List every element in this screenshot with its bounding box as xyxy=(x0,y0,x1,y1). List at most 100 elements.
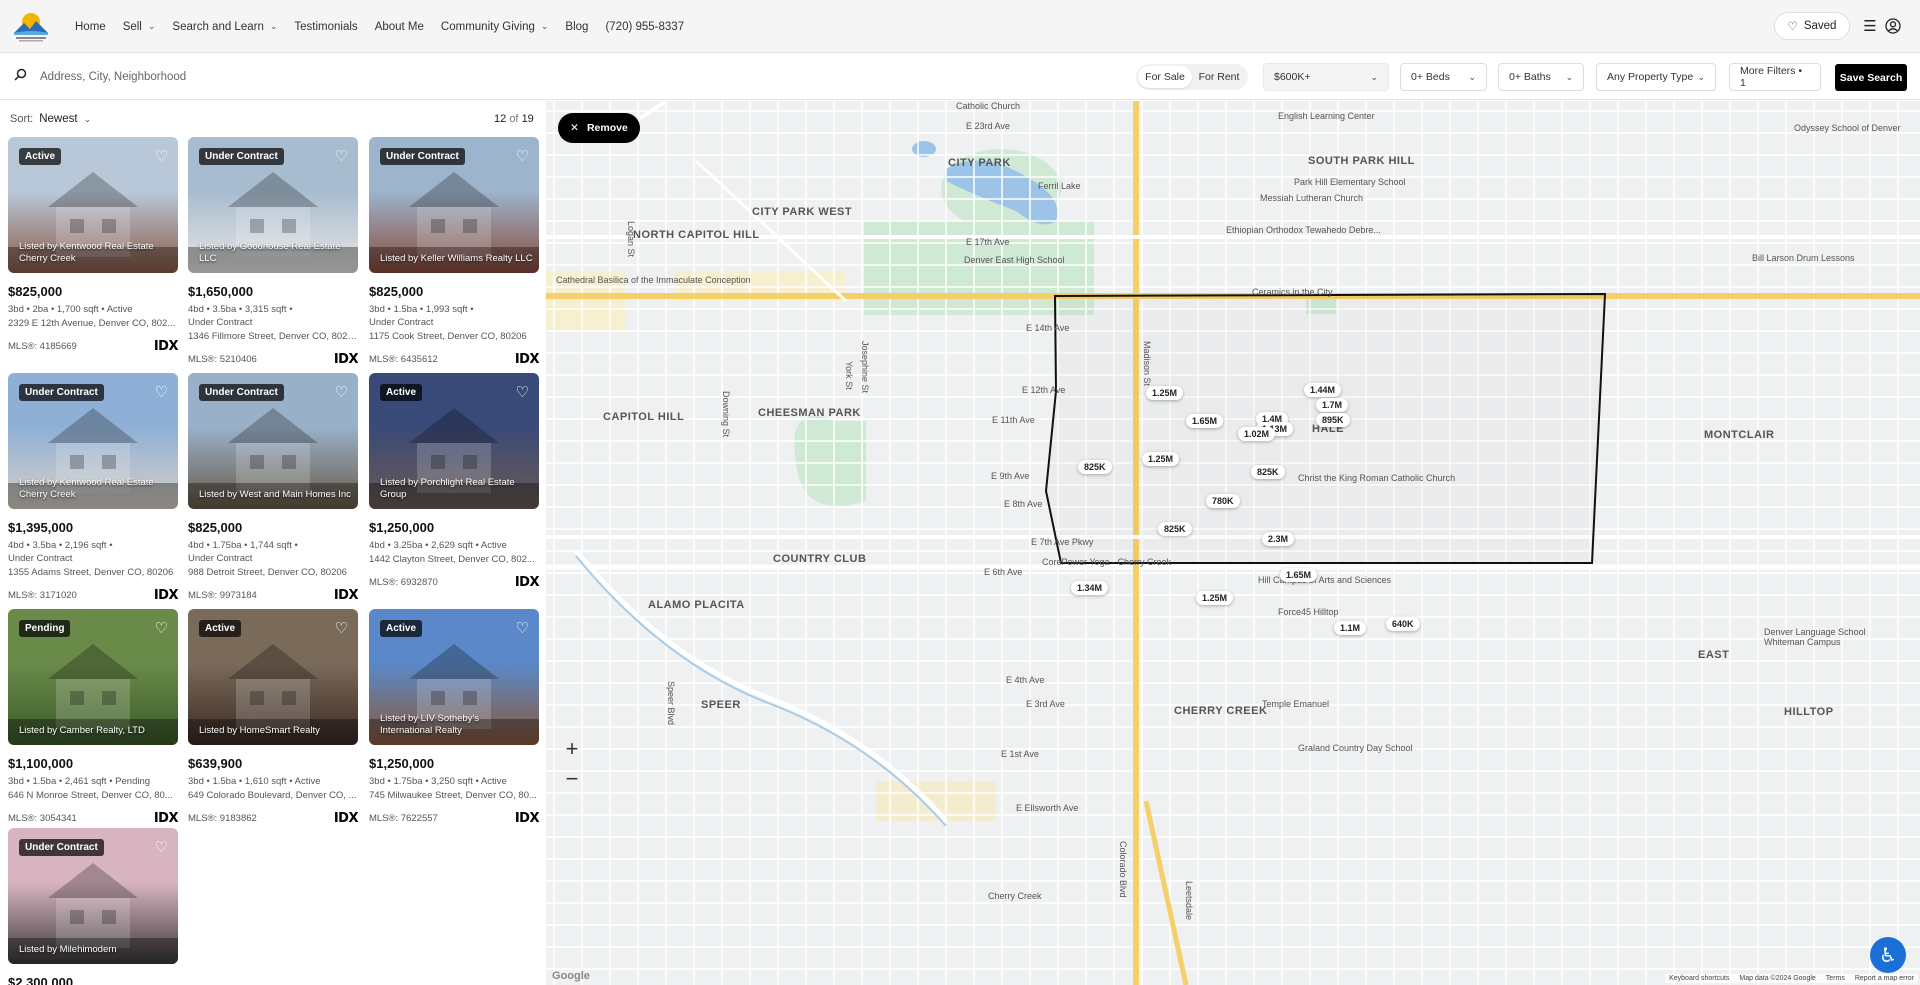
attribution-link[interactable]: Report a map error xyxy=(1855,975,1914,982)
beds-dropdown[interactable]: 0+ Beds ⌄ xyxy=(1400,63,1487,91)
nav-item-6[interactable]: Blog xyxy=(565,21,588,33)
map-label: CorePower Yoga - Cherry Creek xyxy=(1042,557,1172,567)
price-pin[interactable]: 1.65M xyxy=(1280,568,1318,582)
listing-status-text: Under Contract xyxy=(369,317,434,328)
price-pin[interactable]: 825K xyxy=(1078,460,1112,474)
map-label: Temple Emanuel xyxy=(1262,699,1330,709)
price-pin[interactable]: 2.3M xyxy=(1262,532,1295,546)
count-current: 12 xyxy=(494,113,507,125)
baths-dropdown[interactable]: 0+ Baths ⌄ xyxy=(1498,63,1584,91)
status-badge: Under Contract xyxy=(19,384,104,401)
baths-value: 0+ Baths xyxy=(1509,71,1551,83)
for-rent-toggle[interactable]: For Rent xyxy=(1192,66,1246,88)
attribution-link[interactable]: Keyboard shortcuts xyxy=(1669,975,1729,982)
listing-address: 649 Colorado Boulevard, Denver CO, ... xyxy=(188,790,357,801)
zoom-controls: + − xyxy=(558,738,586,790)
brand-logo[interactable] xyxy=(12,9,50,43)
price-pin[interactable]: 1.02M xyxy=(1238,427,1276,441)
listing-details: 3bd • 1.5ba • 1,610 sqft • Active xyxy=(188,776,321,787)
property-type-dropdown[interactable]: Any Property Type ⌄ xyxy=(1596,63,1716,91)
sort-control[interactable]: Sort: Newest ⌄ xyxy=(10,113,91,125)
listed-by-label: Listed by Kentwood Real Estate Cherry Cr… xyxy=(19,241,154,264)
listing-price: $1,395,000 xyxy=(8,520,74,535)
map-label: E 12th Ave xyxy=(1022,385,1066,395)
price-pin[interactable]: 780K xyxy=(1206,494,1240,508)
favorite-heart-icon[interactable]: ♡ xyxy=(335,619,348,637)
map[interactable]: CITY PARK SOUTH PARK HILL CITY PARK WEST NO… xyxy=(546,101,1920,985)
listing-card[interactable]: Under Contract ♡ Listed by Kentwood Real… xyxy=(8,373,179,603)
nav-item-5[interactable]: Community Giving ⌄ xyxy=(441,21,549,33)
remove-boundary-button[interactable]: ✕ Remove xyxy=(558,113,640,143)
location-search-input[interactable] xyxy=(40,65,440,89)
zoom-out-button[interactable]: − xyxy=(558,768,586,790)
for-sale-toggle[interactable]: For Sale xyxy=(1138,66,1192,88)
price-pin[interactable]: 1.25M xyxy=(1196,591,1234,605)
map-label: York St xyxy=(844,361,854,390)
price-pin[interactable]: 1.7M xyxy=(1316,398,1349,412)
nav-item-1[interactable]: Sell ⌄ xyxy=(123,21,156,33)
favorite-heart-icon[interactable]: ♡ xyxy=(516,147,529,165)
price-pin[interactable]: 1.1M xyxy=(1334,621,1367,635)
status-badge: Under Contract xyxy=(19,839,104,856)
favorite-heart-icon[interactable]: ♡ xyxy=(516,383,529,401)
listing-photo[interactable]: Under Contract ♡ Listed by Kentwood Real… xyxy=(8,373,178,509)
mls-row: MLS®: 4185669 IDX xyxy=(8,339,179,354)
favorite-heart-icon[interactable]: ♡ xyxy=(155,147,168,165)
price-pin[interactable]: 1.25M xyxy=(1146,386,1184,400)
listing-card[interactable]: Pending ♡ Listed by Camber Realty, LTD $… xyxy=(8,609,179,826)
more-filters-button[interactable]: More Filters • 1 xyxy=(1729,63,1821,91)
price-value: $600K+ xyxy=(1274,71,1311,83)
nav-item-7[interactable]: (720) 955-8337 xyxy=(605,21,684,33)
favorite-heart-icon[interactable]: ♡ xyxy=(155,383,168,401)
listing-card[interactable]: Under Contract ♡ Listed by West and Main… xyxy=(188,373,359,603)
attribution-link[interactable]: Terms xyxy=(1826,975,1845,982)
save-search-button[interactable]: Save Search xyxy=(1835,64,1907,91)
accessibility-icon[interactable]: ♿ xyxy=(1870,937,1906,973)
price-pin[interactable]: 1.25M xyxy=(1142,452,1180,466)
listing-price: $825,000 xyxy=(8,284,63,299)
listing-card[interactable]: Active ♡ Listed by LIV Sotheby's Interna… xyxy=(369,609,540,826)
listing-photo[interactable]: Pending ♡ Listed by Camber Realty, LTD xyxy=(8,609,178,745)
nav-label: Blog xyxy=(565,20,589,33)
listing-photo[interactable]: Active ♡ Listed by Kentwood Real Estate … xyxy=(8,137,178,273)
listing-photo[interactable]: Active ♡ Listed by HomeSmart Realty xyxy=(188,609,358,745)
nav-item-0[interactable]: Home xyxy=(75,21,106,33)
listing-card[interactable]: Under Contract ♡ Listed by Milehimodern … xyxy=(8,828,178,985)
listing-card[interactable]: Under Contract ♡ Listed by Goodhouse Rea… xyxy=(188,137,359,367)
listing-photo[interactable]: Active ♡ Listed by Porchlight Real Estat… xyxy=(369,373,539,509)
map-label: Leetsdale xyxy=(1184,881,1194,921)
favorite-heart-icon[interactable]: ♡ xyxy=(155,619,168,637)
price-pin[interactable]: 640K xyxy=(1386,617,1420,631)
price-pin[interactable]: 825K xyxy=(1158,522,1192,536)
map-label: Christ the King Roman Catholic Church xyxy=(1298,473,1456,483)
status-badge: Active xyxy=(380,620,423,637)
attribution-link[interactable]: Map data ©2024 Google xyxy=(1739,975,1815,982)
listing-card[interactable]: Under Contract ♡ Listed by Keller Willia… xyxy=(369,137,540,367)
price-pin[interactable]: 1.44M xyxy=(1304,383,1342,397)
listing-photo[interactable]: Under Contract ♡ Listed by Goodhouse Rea… xyxy=(188,137,358,273)
listing-photo[interactable]: Under Contract ♡ Listed by Keller Willia… xyxy=(369,137,539,273)
nav-item-4[interactable]: About Me xyxy=(375,21,424,33)
saved-button[interactable]: ♡ Saved xyxy=(1774,12,1850,40)
listing-photo[interactable]: Under Contract ♡ Listed by West and Main… xyxy=(188,373,358,509)
price-pin[interactable]: 1.34M xyxy=(1071,581,1109,595)
price-pin[interactable]: 825K xyxy=(1251,465,1285,479)
nav-item-3[interactable]: Testimonials xyxy=(294,21,357,33)
price-pin[interactable]: 1.65M xyxy=(1186,414,1224,428)
listing-photo[interactable]: Under Contract ♡ Listed by Milehimodern xyxy=(8,828,178,964)
listing-details: 3bd • 1.5ba • 1,993 sqft • xyxy=(369,304,474,315)
listing-card[interactable]: Active ♡ Listed by Kentwood Real Estate … xyxy=(8,137,179,354)
favorite-heart-icon[interactable]: ♡ xyxy=(516,619,529,637)
nav-item-2[interactable]: Search and Learn ⌄ xyxy=(172,21,277,33)
favorite-heart-icon[interactable]: ♡ xyxy=(335,147,348,165)
favorite-heart-icon[interactable]: ♡ xyxy=(335,383,348,401)
favorite-heart-icon[interactable]: ♡ xyxy=(155,838,168,856)
zoom-in-button[interactable]: + xyxy=(558,738,586,760)
listing-card[interactable]: Active ♡ Listed by HomeSmart Realty $639… xyxy=(188,609,359,826)
map-label: E 6th Ave xyxy=(984,567,1023,577)
listing-photo[interactable]: Active ♡ Listed by LIV Sotheby's Interna… xyxy=(369,609,539,745)
price-dropdown[interactable]: $600K+ ⌄ xyxy=(1263,63,1389,91)
account-menu-button[interactable]: ☰ xyxy=(1858,12,1906,40)
price-pin[interactable]: 895K xyxy=(1316,413,1350,427)
listing-card[interactable]: Active ♡ Listed by Porchlight Real Estat… xyxy=(369,373,540,590)
